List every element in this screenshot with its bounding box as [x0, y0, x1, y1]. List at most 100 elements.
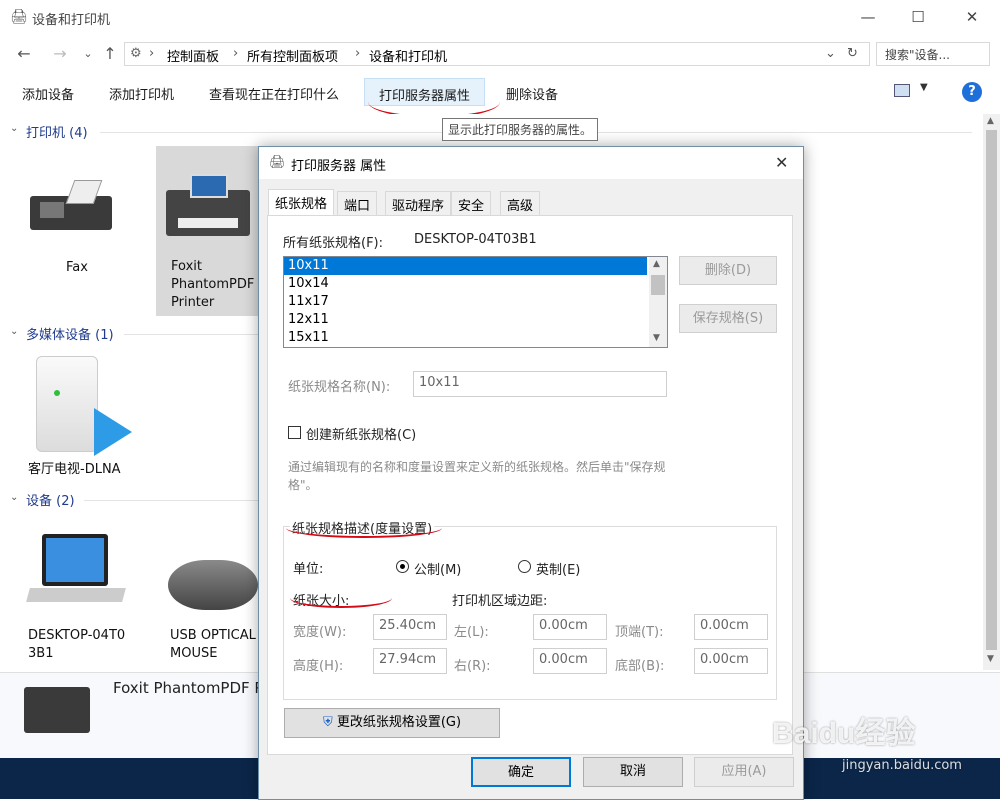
media-server-icon	[36, 356, 132, 456]
breadcrumb-all-items[interactable]: 所有控制面板项	[247, 46, 338, 65]
breadcrumb-sep-icon[interactable]: ›	[355, 46, 360, 61]
main-scrollbar[interactable]: ▲ ▼	[983, 114, 1000, 670]
details-device-name: Foxit PhantomPDF P	[113, 679, 264, 697]
close-button[interactable]: ✕	[960, 6, 984, 28]
printer-small-icon: 🖨	[269, 155, 286, 170]
add-printer-button[interactable]: 添加打印机	[95, 78, 188, 106]
list-item[interactable]: 10x14	[284, 275, 667, 293]
collapse-chevron-icon[interactable]: ⌄	[10, 492, 18, 503]
address-bar[interactable]: ⚙ › 控制面板 › 所有控制面板项 › 设备和打印机 ⌄ ↻	[124, 42, 870, 66]
create-new-checkbox[interactable]	[288, 426, 301, 439]
printer-thumb-icon	[24, 687, 90, 733]
width-label: 宽度(W):	[293, 625, 347, 640]
list-scrollbar[interactable]: ▲ ▼	[649, 257, 667, 347]
device-label-mouse[interactable]: USB OPTICAL MOUSE	[170, 627, 260, 663]
window-title: 设备和打印机	[32, 13, 111, 28]
scroll-down-icon[interactable]: ▼	[653, 333, 660, 343]
height-field[interactable]: 27.94cm	[373, 648, 447, 674]
print-server-properties-dialog: 🖨 打印服务器 属性 ✕ 纸张规格 端口 驱动程序 安全 高级 所有纸张规格(F…	[258, 146, 804, 800]
breadcrumb-devices-printers[interactable]: 设备和打印机	[369, 46, 447, 65]
printer-icon	[166, 170, 250, 236]
change-form-settings-button[interactable]: ⛨ 更改纸张规格设置(G)	[284, 708, 500, 738]
hint-text: 通过编辑现有的名称和度量设置来定义新的纸张规格。然后单击"保存规格"。	[288, 460, 666, 492]
top-margin-field[interactable]: 0.00cm	[694, 614, 768, 640]
list-item[interactable]: 12x11	[284, 311, 667, 329]
metric-label[interactable]: 公制(M)	[414, 559, 461, 578]
group-devices-title[interactable]: 设备 (2)	[26, 490, 75, 509]
change-form-settings-label: 更改纸张规格设置(G)	[336, 715, 462, 730]
baidu-watermark: Baidu经验 jingyan.baidu.com	[772, 708, 972, 782]
collapse-chevron-icon[interactable]: ⌄	[10, 326, 18, 337]
group-printers-title[interactable]: 打印机 (4)	[26, 122, 88, 141]
scroll-down-icon[interactable]: ▼	[987, 654, 994, 664]
collapse-chevron-icon[interactable]: ⌄	[10, 123, 18, 134]
scroll-up-icon[interactable]: ▲	[987, 116, 994, 126]
width-field[interactable]: 25.40cm	[373, 614, 447, 640]
right-margin-field[interactable]: 0.00cm	[533, 648, 607, 674]
form-name-field[interactable]: 10x11	[413, 371, 667, 397]
group-media-title[interactable]: 多媒体设备 (1)	[26, 324, 114, 343]
add-device-button[interactable]: 添加设备	[8, 78, 88, 106]
metric-radio[interactable]	[396, 560, 409, 573]
fax-icon	[30, 172, 112, 232]
cancel-button[interactable]: 取消	[583, 757, 683, 787]
scrollbar-thumb[interactable]	[651, 275, 665, 295]
scrollbar-thumb[interactable]	[986, 130, 997, 650]
device-label-fax[interactable]: Fax	[66, 259, 88, 277]
tab-ports[interactable]: 端口	[337, 191, 378, 215]
device-label-foxit[interactable]: Foxit PhantomPDF Printer	[171, 258, 261, 312]
help-icon[interactable]: ?	[962, 82, 982, 102]
watermark-url: jingyan.baidu.com	[842, 758, 962, 773]
form-name-label: 纸张规格名称(N):	[288, 380, 391, 395]
maximize-button[interactable]: ☐	[906, 6, 930, 28]
recent-chevron-icon[interactable]: ⌄	[78, 47, 98, 60]
bottom-margin-field[interactable]: 0.00cm	[694, 648, 768, 674]
all-forms-label: 所有纸张规格(F):	[283, 236, 384, 251]
device-label-desktop[interactable]: DESKTOP-04T0 3B1	[28, 627, 132, 663]
breadcrumb-sep-icon[interactable]: ›	[149, 46, 154, 61]
watermark-brand: Baidu经验	[772, 717, 916, 750]
left-margin-label: 左(L):	[454, 625, 489, 640]
remove-device-button[interactable]: 删除设备	[492, 78, 572, 106]
top-margin-label: 顶端(T):	[615, 625, 664, 640]
view-dropdown-icon[interactable]: ▼	[920, 82, 928, 93]
view-options-icon[interactable]	[894, 84, 910, 97]
see-whats-printing-button[interactable]: 查看现在正在打印什么	[195, 78, 353, 106]
forward-arrow-icon[interactable]: →	[50, 44, 70, 63]
forms-tab-panel: 所有纸张规格(F): DESKTOP-04T03B1 10x11 10x14 1…	[267, 215, 793, 755]
tab-security[interactable]: 安全	[451, 191, 492, 215]
tab-advanced[interactable]: 高级	[500, 191, 541, 215]
english-label[interactable]: 英制(E)	[536, 559, 580, 578]
devices-printers-icon: 🖨	[10, 9, 28, 25]
device-label-dlna[interactable]: 客厅电视-DLNA	[28, 461, 121, 479]
bottom-margin-label: 底部(B):	[615, 659, 665, 674]
mouse-icon	[168, 560, 258, 610]
right-margin-label: 右(R):	[454, 659, 491, 674]
tab-forms[interactable]: 纸张规格	[268, 189, 335, 217]
refresh-icon[interactable]: ↻	[847, 46, 858, 61]
scroll-up-icon[interactable]: ▲	[653, 259, 660, 269]
back-arrow-icon[interactable]: ←	[14, 44, 34, 63]
list-item[interactable]: 11x17	[284, 293, 667, 311]
title-bar: 🖨 设备和打印机 — ☐ ✕	[0, 0, 1000, 36]
dialog-close-icon[interactable]: ✕	[775, 153, 788, 172]
create-new-label[interactable]: 创建新纸张规格(C)	[306, 424, 416, 443]
up-arrow-icon[interactable]: ↑	[100, 44, 120, 63]
search-input[interactable]: 搜索"设备...	[876, 42, 990, 66]
address-dropdown-icon[interactable]: ⌄	[825, 46, 836, 61]
list-item[interactable]: 10x11	[284, 257, 647, 275]
english-radio[interactable]	[518, 560, 531, 573]
breadcrumb-sep-icon[interactable]: ›	[233, 46, 238, 61]
dialog-title-bar: 🖨 打印服务器 属性 ✕	[259, 147, 803, 179]
tooltip: 显示此打印服务器的属性。	[442, 118, 599, 141]
left-margin-field[interactable]: 0.00cm	[533, 614, 607, 640]
tab-drivers[interactable]: 驱动程序	[385, 191, 452, 215]
save-form-button[interactable]: 保存规格(S)	[679, 304, 777, 333]
ok-button[interactable]: 确定	[471, 757, 571, 787]
delete-form-button[interactable]: 删除(D)	[679, 256, 777, 285]
list-item[interactable]: 15x11	[284, 329, 667, 347]
forms-list[interactable]: 10x11 10x14 11x17 12x11 15x11 ▲ ▼	[283, 256, 668, 348]
divider	[84, 500, 264, 501]
breadcrumb-control-panel[interactable]: 控制面板	[167, 46, 219, 65]
minimize-button[interactable]: —	[856, 6, 880, 28]
